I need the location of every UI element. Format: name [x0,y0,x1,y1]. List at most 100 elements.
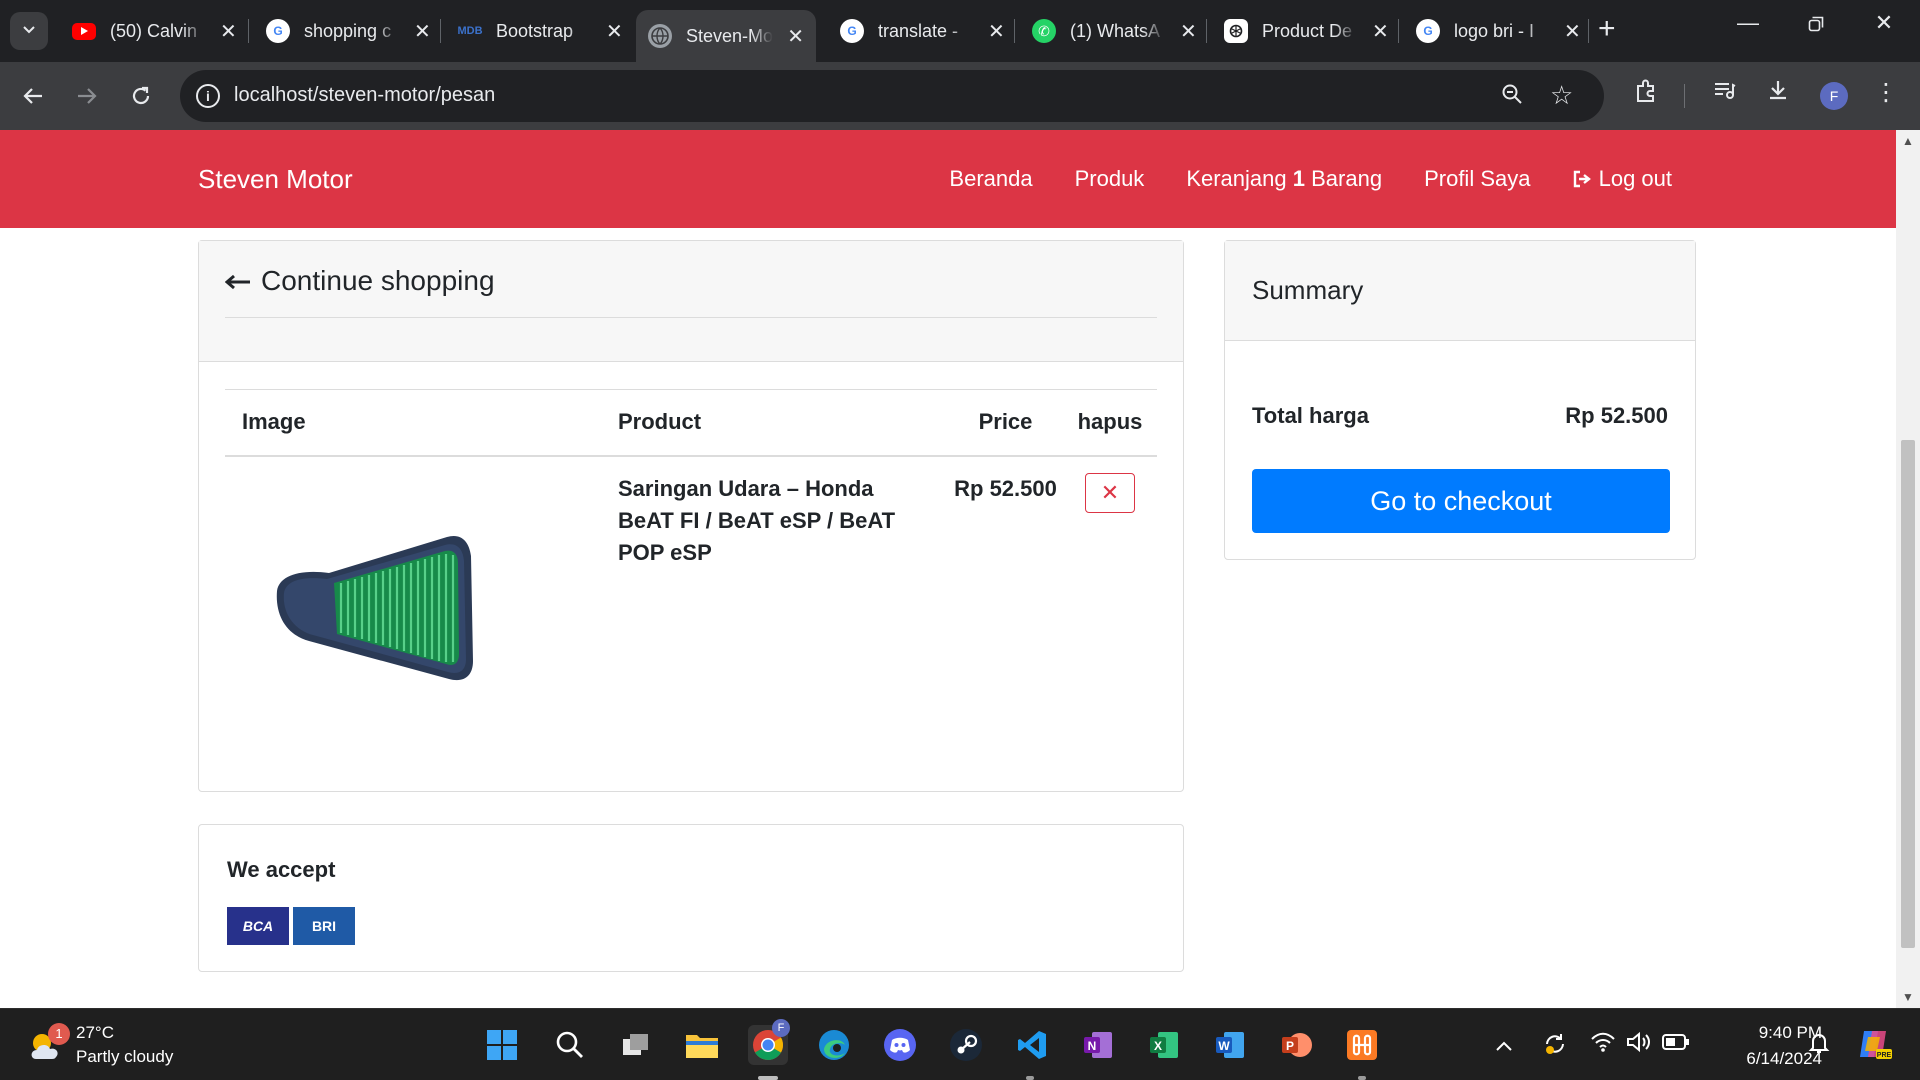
site-brand[interactable]: Steven Motor [198,164,353,195]
copilot-icon[interactable]: PRE [1856,1027,1892,1067]
word-icon[interactable]: W [1210,1025,1250,1065]
close-icon[interactable]: ✕ [220,19,237,44]
download-icon[interactable] [1760,78,1796,109]
payment-methods-card: We accept BCA BRI [198,824,1184,972]
weather-temp[interactable]: 27°C [76,1023,114,1043]
chatgpt-icon [1224,19,1248,43]
task-view-icon[interactable] [616,1025,656,1065]
new-tab-icon[interactable]: + [1598,14,1616,44]
close-icon[interactable]: ✕ [606,19,623,44]
clock-date[interactable]: 6/14/2024 [1710,1049,1822,1069]
file-explorer-icon[interactable] [682,1025,722,1065]
keranjang-suffix: Barang [1311,166,1383,191]
search-icon[interactable] [550,1025,590,1065]
payment-methods-title: We accept [227,857,336,882]
column-header-hapus: hapus [1063,389,1157,457]
tab-title: Bootstrap [496,20,574,41]
close-icon: ✕ [1100,479,1120,505]
bca-logo: BCA [227,907,289,945]
tab-logo-bri[interactable]: G logo bri - I ✕ [1404,10,1593,52]
chevron-down-icon [21,21,37,42]
chevron-up-icon[interactable] [1494,1033,1514,1059]
wifi-icon[interactable] [1590,1031,1616,1059]
url-text[interactable]: localhost/steven-motor/pesan [234,84,495,107]
more-menu-icon[interactable]: ⋮ [1868,78,1904,107]
scroll-down-icon[interactable]: ▼ [1902,990,1914,1004]
tab-youtube[interactable]: (50) Calvin ✕ [60,10,249,52]
weather-desc[interactable]: Partly cloudy [76,1047,173,1067]
close-icon[interactable]: ✕ [1372,19,1389,44]
tab-title: Product De [1262,20,1353,41]
reload-icon[interactable] [124,79,158,113]
continue-shopping-link[interactable]: Continue shopping [224,265,495,297]
edge-icon[interactable] [814,1025,854,1065]
logout-icon [1572,166,1598,191]
bri-label: BRI [311,918,337,934]
powerpoint-icon[interactable]: P [1276,1025,1316,1065]
column-header-product: Product [618,389,948,457]
address-bar[interactable]: i localhost/steven-motor/pesan ☆ [180,70,1604,122]
notification-bell-icon[interactable] [1808,1031,1830,1061]
tab-title: Steven-Mo [686,25,774,46]
page-scrollbar[interactable]: ▲ ▼ [1896,130,1920,1008]
tab-whatsapp[interactable]: ✆ (1) WhatsA ✕ [1020,10,1209,52]
tab-translate[interactable]: G translate - ✕ [828,10,1017,52]
svg-text:N: N [1088,1039,1097,1053]
back-icon[interactable] [16,79,50,113]
close-icon[interactable]: ✕ [988,19,1005,44]
tab-title: (50) Calvin [110,20,198,41]
discord-icon[interactable] [880,1025,920,1065]
onenote-icon[interactable]: N [1078,1025,1118,1065]
tab-product[interactable]: Product De ✕ [1212,10,1401,52]
globe-icon [648,24,672,48]
svg-text:W: W [1218,1039,1230,1053]
nav-link-profil[interactable]: Profil Saya [1424,166,1530,192]
steam-icon[interactable] [946,1025,986,1065]
zoom-icon[interactable] [1500,82,1524,113]
vscode-icon[interactable] [1012,1025,1052,1065]
bookmark-star-icon[interactable]: ☆ [1550,80,1573,111]
extensions-icon[interactable] [1628,78,1664,111]
close-icon[interactable]: ✕ [1564,19,1581,44]
tab-steven-motor[interactable]: Steven-Mo ✕ [636,10,816,62]
cart-count: 1 [1292,166,1305,191]
logout-label: Log out [1598,166,1672,191]
delete-item-button[interactable]: ✕ [1085,472,1135,513]
minimize-icon[interactable]: — [1728,10,1768,36]
arrow-left-icon [224,265,251,297]
nav-link-produk[interactable]: Produk [1075,166,1145,192]
tab-shopping[interactable]: G shopping c ✕ [254,10,443,52]
tab-search-button[interactable] [10,12,48,50]
battery-icon[interactable] [1662,1031,1690,1057]
tab-bootstrap[interactable]: MDB Bootstrap ✕ [446,10,635,52]
close-icon[interactable]: ✕ [414,19,431,44]
close-icon[interactable]: ✕ [1180,19,1197,44]
summary-header: Summary [1225,241,1695,341]
checkout-button[interactable]: Go to checkout [1252,469,1670,533]
chrome-profile-badge: F [772,1019,790,1037]
svg-text:X: X [1154,1039,1162,1053]
cart-table: Image Product Price hapus Saringan Udara… [225,389,1157,786]
restore-icon[interactable] [1796,10,1836,38]
site-info-icon[interactable]: i [196,84,220,108]
scroll-thumb[interactable] [1901,440,1915,948]
bca-label: BCA [242,918,274,934]
windows-start-icon[interactable] [482,1025,522,1065]
nav-link-keranjang[interactable]: Keranjang 1 Barang [1186,166,1382,192]
volume-icon[interactable] [1626,1031,1652,1059]
nav-link-beranda[interactable]: Beranda [949,166,1032,192]
profile-avatar[interactable]: F [1820,82,1848,110]
forward-icon[interactable] [70,79,104,113]
close-icon[interactable]: ✕ [787,24,804,49]
nav-link-logout[interactable]: Log out [1572,166,1672,192]
scroll-up-icon[interactable]: ▲ [1902,134,1914,148]
sync-icon[interactable] [1542,1031,1568,1063]
reading-list-icon[interactable] [1706,78,1742,109]
tab-title: logo bri - I [1454,20,1535,41]
continue-shopping-label: Continue shopping [261,265,495,296]
window-close-icon[interactable]: ✕ [1864,10,1904,36]
browser-toolbar: i localhost/steven-motor/pesan ☆ F ⋮ [0,62,1920,130]
excel-icon[interactable]: X [1144,1025,1184,1065]
bri-logo: BRI [293,907,355,945]
xampp-icon[interactable] [1342,1025,1382,1065]
